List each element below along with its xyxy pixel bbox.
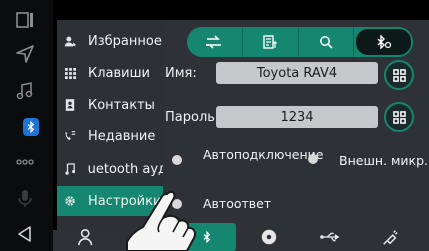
menu-label: Контакты [88,97,155,113]
person-icon [78,228,93,246]
bluetooth-settings-icon [377,35,391,49]
bottom-aux-button[interactable] [378,223,402,251]
keypad-icon [62,67,78,79]
transfer-arrows-icon [206,35,222,49]
person-star-icon [62,35,78,48]
password-qr-button[interactable] [384,102,414,132]
tab-export[interactable] [243,27,299,57]
disc-icon [261,229,277,245]
usb-icon [320,232,340,242]
bottom-contacts-button[interactable] [76,223,98,251]
music-note-icon [16,82,33,100]
auto-answer-label: Автоответ [203,196,272,211]
menu-label: uetooth ауд [87,161,167,177]
music-button[interactable] [13,79,37,103]
auto-connect-radio[interactable] [172,155,182,165]
gear-icon [62,195,78,207]
apps-button[interactable] [13,150,37,174]
navigation-button[interactable] [13,42,37,66]
password-field[interactable]: 1234 [216,106,378,128]
left-rail [0,0,53,251]
menu-item-keypad[interactable]: Клавиши [57,58,167,88]
tab-bluetooth-settings[interactable] [354,27,413,57]
name-qr-button[interactable] [384,60,414,90]
menu-item-recent[interactable]: Недавние [57,121,167,151]
menu-label: Недавние [88,128,156,144]
name-label: Имя: [165,66,197,81]
back-triangle-icon [18,226,31,242]
external-mic-label: Внешн. микр. [339,153,429,168]
menu-label: Клавиши [88,65,150,81]
bottom-disc-button[interactable] [258,223,280,251]
bluetooth-icon [27,120,35,134]
apps-dots-icon [16,159,34,165]
bottom-usb-button[interactable] [318,223,344,251]
voice-button[interactable] [13,186,37,210]
tab-search[interactable] [299,27,355,57]
microphone-icon [18,190,32,207]
settings-tabs [187,27,413,57]
menu-item-contacts[interactable]: Контакты [57,90,167,120]
qr-code-icon [392,110,406,124]
qr-code-icon [392,68,406,82]
menu-item-bt-audio[interactable]: uetooth ауд [57,154,167,184]
window-layout-icon [16,12,33,28]
back-button[interactable] [13,222,37,246]
contacts-book-icon [62,99,78,111]
recent-calls-icon [62,130,78,142]
window-layout-button[interactable] [13,8,37,32]
device-name-field[interactable]: Toyota RAV4 [216,62,378,84]
tab-transfer[interactable] [187,27,243,57]
music-note-icon [62,163,78,175]
pointing-hand-icon [126,190,197,251]
navigation-arrow-icon [16,45,34,63]
bluetooth-phone-button[interactable] [23,118,39,136]
document-export-icon [263,35,278,49]
bottom-bar [53,230,429,251]
menu-label: Избранное [88,33,162,49]
auto-connect-label: Автоподключение [203,147,324,162]
password-label: Пароль: [165,110,220,125]
search-icon [319,36,333,49]
aux-jack-icon [383,230,398,245]
menu-item-favorites[interactable]: Избранное [57,26,167,56]
external-mic-radio[interactable] [308,154,318,164]
